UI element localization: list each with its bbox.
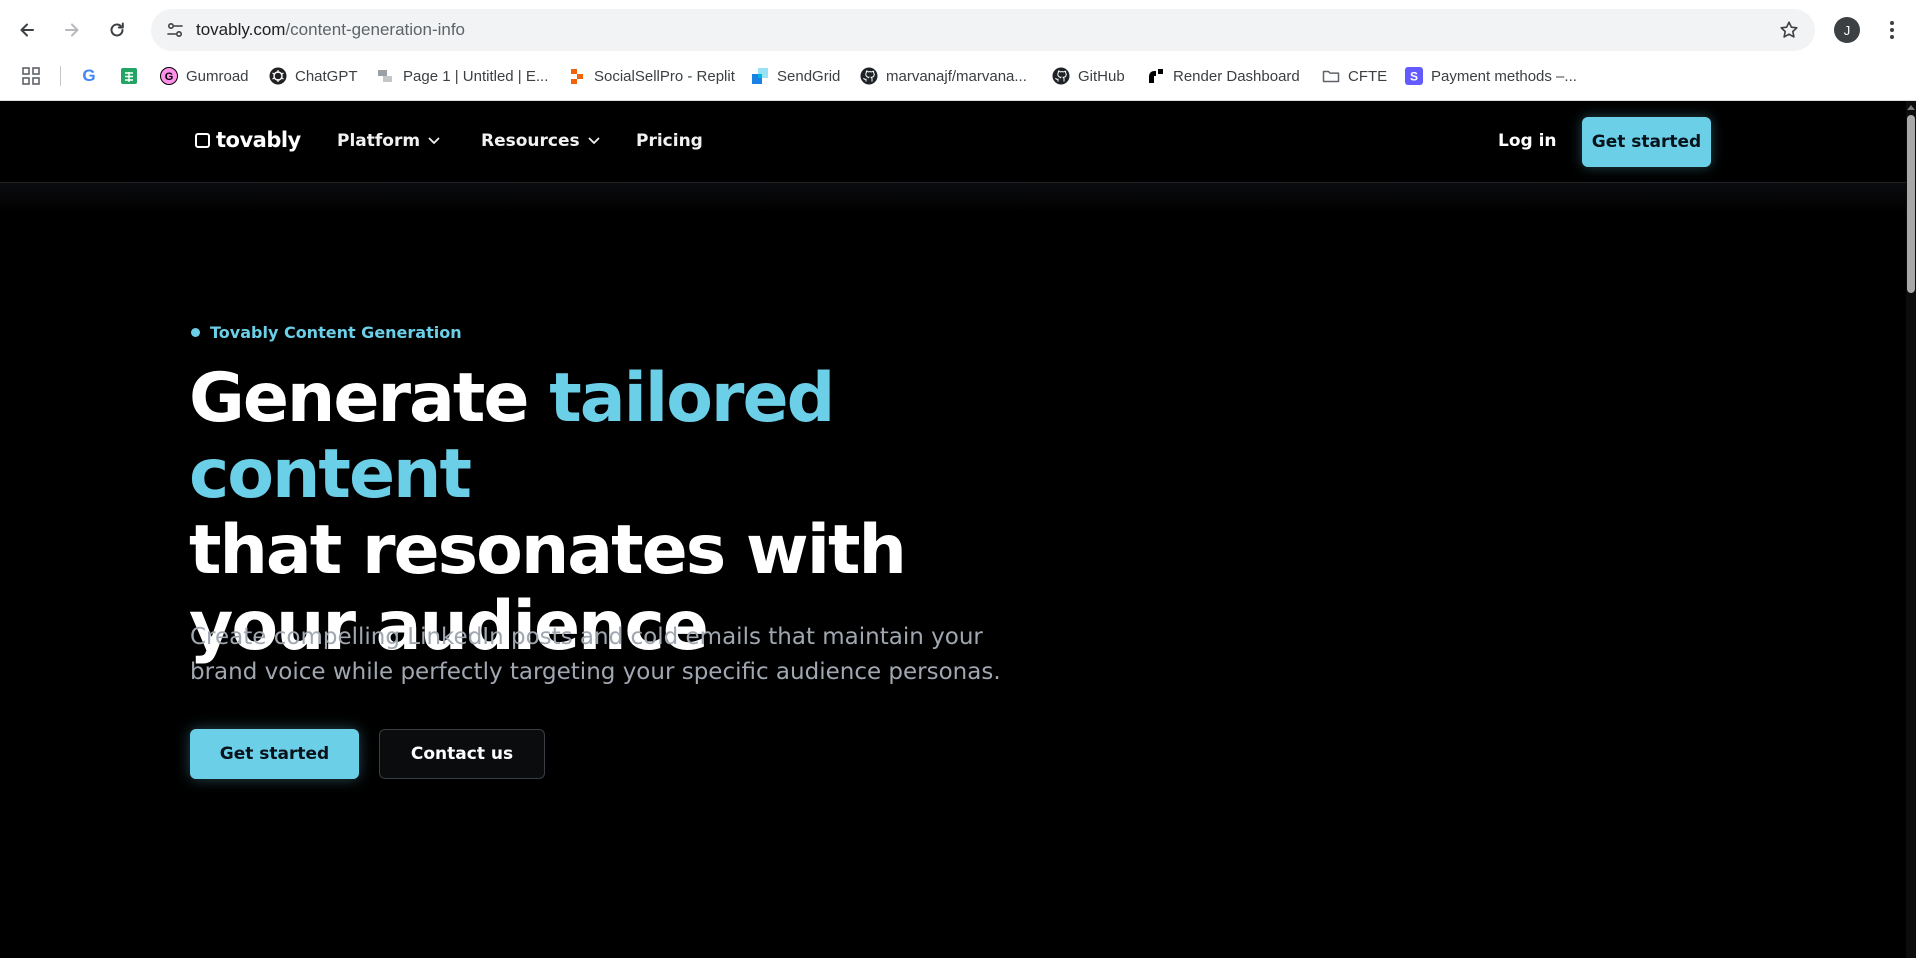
github-icon [1052,67,1070,85]
browser-chrome: tovably.com/content-generation-info J G … [0,0,1916,101]
replit-icon [568,67,586,85]
bookmark-label: CFTE [1348,67,1388,85]
reload-button[interactable] [101,14,133,46]
more-vert-icon [1890,21,1894,39]
scroll-thumb[interactable] [1907,115,1915,293]
address-bar[interactable]: tovably.com/content-generation-info [151,9,1815,51]
nav-platform[interactable]: Platform [337,131,440,151]
google-icon: G [82,66,96,85]
url-host: tovably.com [196,20,286,39]
chevron-down-icon [588,137,600,144]
bookmark-sheets[interactable] [120,64,138,88]
chevron-down-icon [428,137,440,144]
scroll-up-arrow-icon[interactable] [1907,105,1915,110]
bookmark-cfte[interactable]: CFTE [1322,64,1387,88]
render-icon [1147,67,1165,85]
page-viewport: tovably Platform Resources Pricing Log i… [0,101,1916,958]
bookmark-gumroad[interactable]: G Gumroad [160,64,249,88]
bookmark-sendgrid[interactable]: SendGrid [751,64,840,88]
nav-pricing-label: Pricing [636,131,703,151]
url-text[interactable]: tovably.com/content-generation-info [196,20,465,40]
bookmark-page-untitled[interactable]: Page 1 | Untitled | E... [377,64,548,88]
page-scrollbar[interactable] [1906,101,1916,958]
nav-resources-label: Resources [481,131,580,151]
folder-icon [1322,67,1340,85]
bookmark-chatgpt[interactable]: ChatGPT [269,64,358,88]
bookmark-label: Render Dashboard [1173,67,1300,85]
bookmark-stripe[interactable]: S Payment methods –... [1405,64,1577,88]
tovably-logo[interactable]: tovably [195,128,301,152]
site-info-button[interactable] [159,14,191,46]
back-button[interactable] [11,14,43,46]
eyebrow-label: Tovably Content Generation [210,323,462,342]
bookmark-replit[interactable]: SocialSellPro - Replit [568,64,735,88]
hero-subtext: Create compelling LinkedIn posts and col… [190,624,1001,685]
url-path: /content-generation-info [285,20,466,39]
headline-lead: Generate [189,359,550,438]
bookmarks-separator [60,66,61,86]
nav-resources[interactable]: Resources [481,131,600,151]
bookmark-label: SendGrid [777,67,841,85]
header-get-started-button[interactable]: Get started [1582,117,1711,167]
chatgpt-icon [269,67,287,85]
bookmark-google[interactable]: G [80,64,98,88]
svg-text:S: S [1410,70,1418,84]
hero-contact-us-button[interactable]: Contact us [379,729,545,779]
login-link[interactable]: Log in [1498,131,1557,151]
bookmark-label: SocialSellPro - Replit [594,67,735,85]
hero-eyebrow: Tovably Content Generation [191,323,462,342]
stripe-icon: S [1405,67,1423,85]
logo-text: tovably [216,128,301,152]
reload-icon [110,22,124,37]
svg-text:G: G [165,71,174,83]
bookmark-github-repo[interactable]: marvanajf/marvana... [860,64,1027,88]
page-icon [377,67,395,85]
bookmark-label: GitHub [1078,67,1125,85]
nav-platform-label: Platform [337,131,421,151]
eyebrow-dot-icon [191,328,200,337]
back-arrow-icon [20,23,34,37]
sheets-icon [120,67,138,85]
nav-pricing[interactable]: Pricing [636,131,703,151]
site-header: tovably Platform Resources Pricing Log i… [0,101,1906,183]
bookmark-label: Gumroad [186,67,249,85]
bookmark-github[interactable]: GitHub [1052,64,1125,88]
bookmark-label: ChatGPT [295,67,358,85]
bookmark-label: Page 1 | Untitled | E... [403,67,549,85]
gumroad-icon: G [160,67,178,85]
bookmark-label: marvanajf/marvana... [886,67,1027,85]
logo-square-icon [195,132,210,148]
github-icon [860,67,878,85]
apps-grid-icon[interactable] [22,67,40,89]
browser-toolbar: tovably.com/content-generation-info J [0,0,1916,60]
browser-menu-button[interactable] [1880,14,1904,46]
bookmark-label: Payment methods –... [1431,67,1577,85]
star-icon [1780,21,1798,38]
tune-icon [167,22,183,38]
forward-arrow-icon [65,23,79,37]
bookmark-star-button[interactable] [1777,18,1801,42]
header-subband [0,183,1906,213]
hero-get-started-button[interactable]: Get started [190,729,359,779]
bookmark-render[interactable]: Render Dashboard [1147,64,1300,88]
sendgrid-icon [751,67,769,85]
forward-button[interactable] [56,14,88,46]
profile-avatar[interactable]: J [1834,17,1860,43]
